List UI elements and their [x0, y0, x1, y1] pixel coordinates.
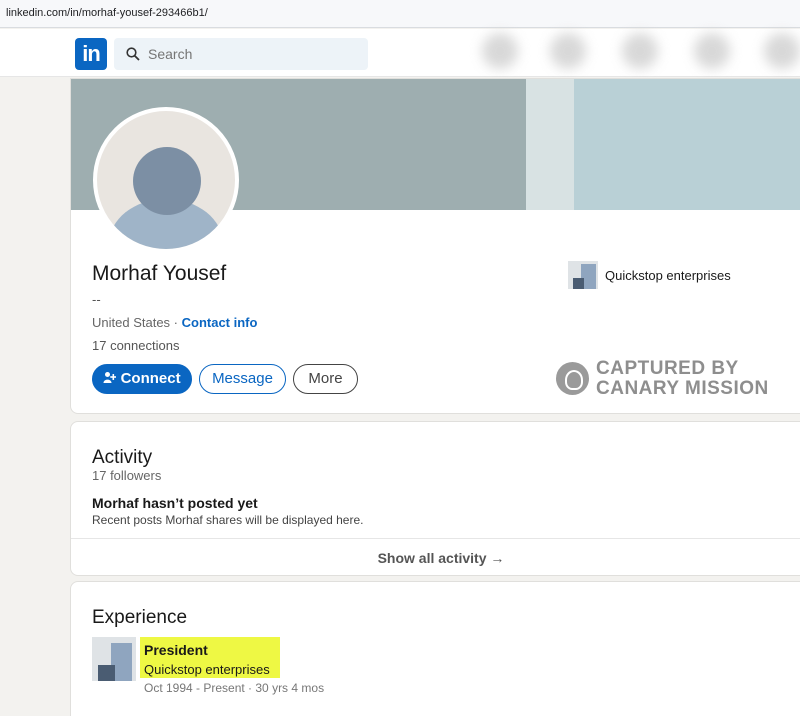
avatar[interactable]: [93, 107, 239, 253]
profile-location: United States: [92, 315, 171, 330]
nav-network-icon[interactable]: [550, 33, 586, 69]
watermark-line-2: CANARY MISSION: [596, 378, 769, 399]
show-all-activity-button[interactable]: Show all activity →: [71, 539, 800, 577]
profile-location-line: United States · Contact info: [92, 315, 257, 330]
banner-shape: [574, 79, 800, 210]
no-posts-subtitle: Recent posts Morhaf shares will be displ…: [92, 513, 364, 527]
watermark-line-1: CAPTURED BY: [596, 358, 739, 379]
connect-label: Connect: [120, 370, 181, 387]
experience-dates: Oct 1994 - Present · 30 yrs 4 mos: [144, 681, 325, 695]
linkedin-logo-icon[interactable]: in: [75, 38, 107, 70]
browser-address-bar[interactable]: linkedin.com/in/morhaf-yousef-293466b1/: [0, 0, 800, 28]
no-posts-title: Morhaf hasn’t posted yet: [92, 495, 258, 511]
search-icon: [126, 47, 140, 61]
experience-company[interactable]: Quickstop enterprises: [144, 662, 270, 677]
nav-notifications-icon[interactable]: [764, 33, 800, 69]
nav-home-icon[interactable]: [482, 33, 518, 69]
location-separator: ·: [170, 315, 182, 330]
banner-shape: [526, 79, 574, 210]
company-logo-icon: [568, 261, 598, 289]
activity-card: Activity 17 followers Morhaf hasn’t post…: [70, 421, 800, 576]
search-box[interactable]: [114, 38, 368, 70]
experience-card: Experience President Quickstop enterpris…: [70, 581, 800, 716]
add-person-icon: [103, 372, 117, 383]
banner-shape: [401, 79, 526, 210]
profile-card: Morhaf Yousef -- United States · Contact…: [70, 78, 800, 414]
connect-button[interactable]: Connect: [92, 364, 192, 394]
logo-shape: [573, 278, 584, 289]
followers-count: 17 followers: [92, 468, 162, 483]
search-input[interactable]: [148, 44, 348, 64]
canary-seal-icon: [556, 362, 589, 395]
connections-count[interactable]: 17 connections: [92, 338, 179, 353]
more-button[interactable]: More: [293, 364, 358, 394]
experience-role: President: [144, 642, 208, 658]
nav-messaging-icon[interactable]: [694, 33, 730, 69]
contact-info-link[interactable]: Contact info: [182, 315, 258, 330]
watermark-text: CAPTURED BY CANARY MISSION: [596, 359, 769, 399]
activity-title: Activity: [92, 447, 153, 468]
logo-shape: [98, 665, 115, 681]
top-navbar: in: [0, 29, 800, 77]
message-button[interactable]: Message: [199, 364, 286, 394]
url-text: linkedin.com/in/morhaf-yousef-293466b1/: [6, 7, 208, 19]
experience-title: Experience: [92, 607, 188, 628]
company-logo-icon[interactable]: [92, 637, 136, 681]
profile-name: Morhaf Yousef: [92, 262, 227, 285]
company-name: Quickstop enterprises: [605, 268, 731, 283]
nav-jobs-icon[interactable]: [622, 33, 658, 69]
profile-headline: --: [92, 292, 101, 307]
avatar-head: [133, 147, 201, 215]
